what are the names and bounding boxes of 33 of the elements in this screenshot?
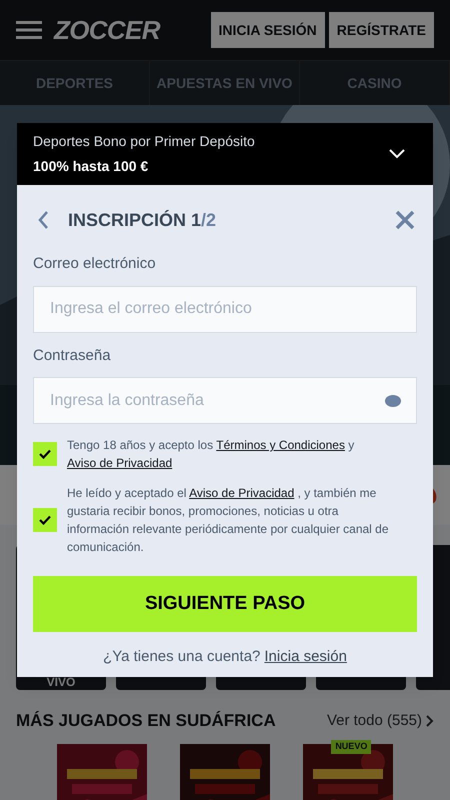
modal-title: INSCRIPCIÓN 1/2 bbox=[68, 208, 216, 232]
view-all-link[interactable]: Ver todo (555) bbox=[326, 710, 434, 732]
tile-caption: VIVO bbox=[46, 676, 76, 689]
input-field[interactable]: Ingresa el correo electrónico bbox=[33, 286, 417, 332]
header-button[interactable]: REGÍSTRATE bbox=[328, 12, 434, 48]
bonus-title: Deportes Bono por Primer Depósito bbox=[33, 132, 255, 151]
checkbox[interactable] bbox=[33, 442, 57, 466]
menu-icon[interactable] bbox=[16, 21, 42, 39]
back-icon[interactable] bbox=[38, 211, 48, 229]
header-button[interactable]: INICIA SESIÓN bbox=[210, 12, 325, 48]
consent-text: He leído y aceptado el Aviso de Privacidad , y también me gustaria recibir bonos, promociones, noticias u otra información relevante periódicamente por cualquier canal de comunicación. bbox=[67, 485, 390, 556]
consent-link[interactable]: Términos y Condiciones bbox=[216, 438, 345, 452]
bonus-banner[interactable]: Deportes Bono por Primer Depósito 100% hasta 100 € bbox=[17, 123, 433, 185]
check-icon bbox=[39, 515, 51, 525]
new-badge: NUEVO bbox=[331, 740, 372, 754]
close-icon[interactable] bbox=[395, 210, 415, 230]
consent-text: Tengo 18 años y acepto los Términos y Condiciones y Aviso de Privacidad bbox=[67, 437, 356, 472]
account-prompt: ¿Ya tienes una cuenta? bbox=[103, 647, 260, 667]
chevron-down-icon bbox=[389, 149, 405, 159]
bonus-amount: 100% hasta 100 € bbox=[33, 157, 150, 176]
chevron-right-icon bbox=[426, 715, 434, 727]
checkbox[interactable] bbox=[33, 508, 57, 532]
eye-icon[interactable] bbox=[385, 395, 401, 407]
section-title: MÁS JUGADOS EN SUDÁFRICA bbox=[16, 710, 276, 732]
next-step-button[interactable]: SIGUIENTE PASO bbox=[33, 576, 417, 632]
consent-link[interactable]: Aviso de Privacidad bbox=[67, 456, 172, 470]
field-label: Correo electrónico bbox=[33, 254, 157, 274]
check-icon bbox=[39, 449, 51, 459]
field-label: Contraseña bbox=[33, 346, 112, 366]
input-field[interactable]: Ingresa la contraseña bbox=[33, 377, 417, 424]
logo[interactable]: ZOCCER bbox=[54, 10, 160, 50]
consent-link[interactable]: Aviso de Privacidad bbox=[189, 486, 294, 500]
login-link[interactable]: Inicia sesión bbox=[264, 646, 347, 668]
